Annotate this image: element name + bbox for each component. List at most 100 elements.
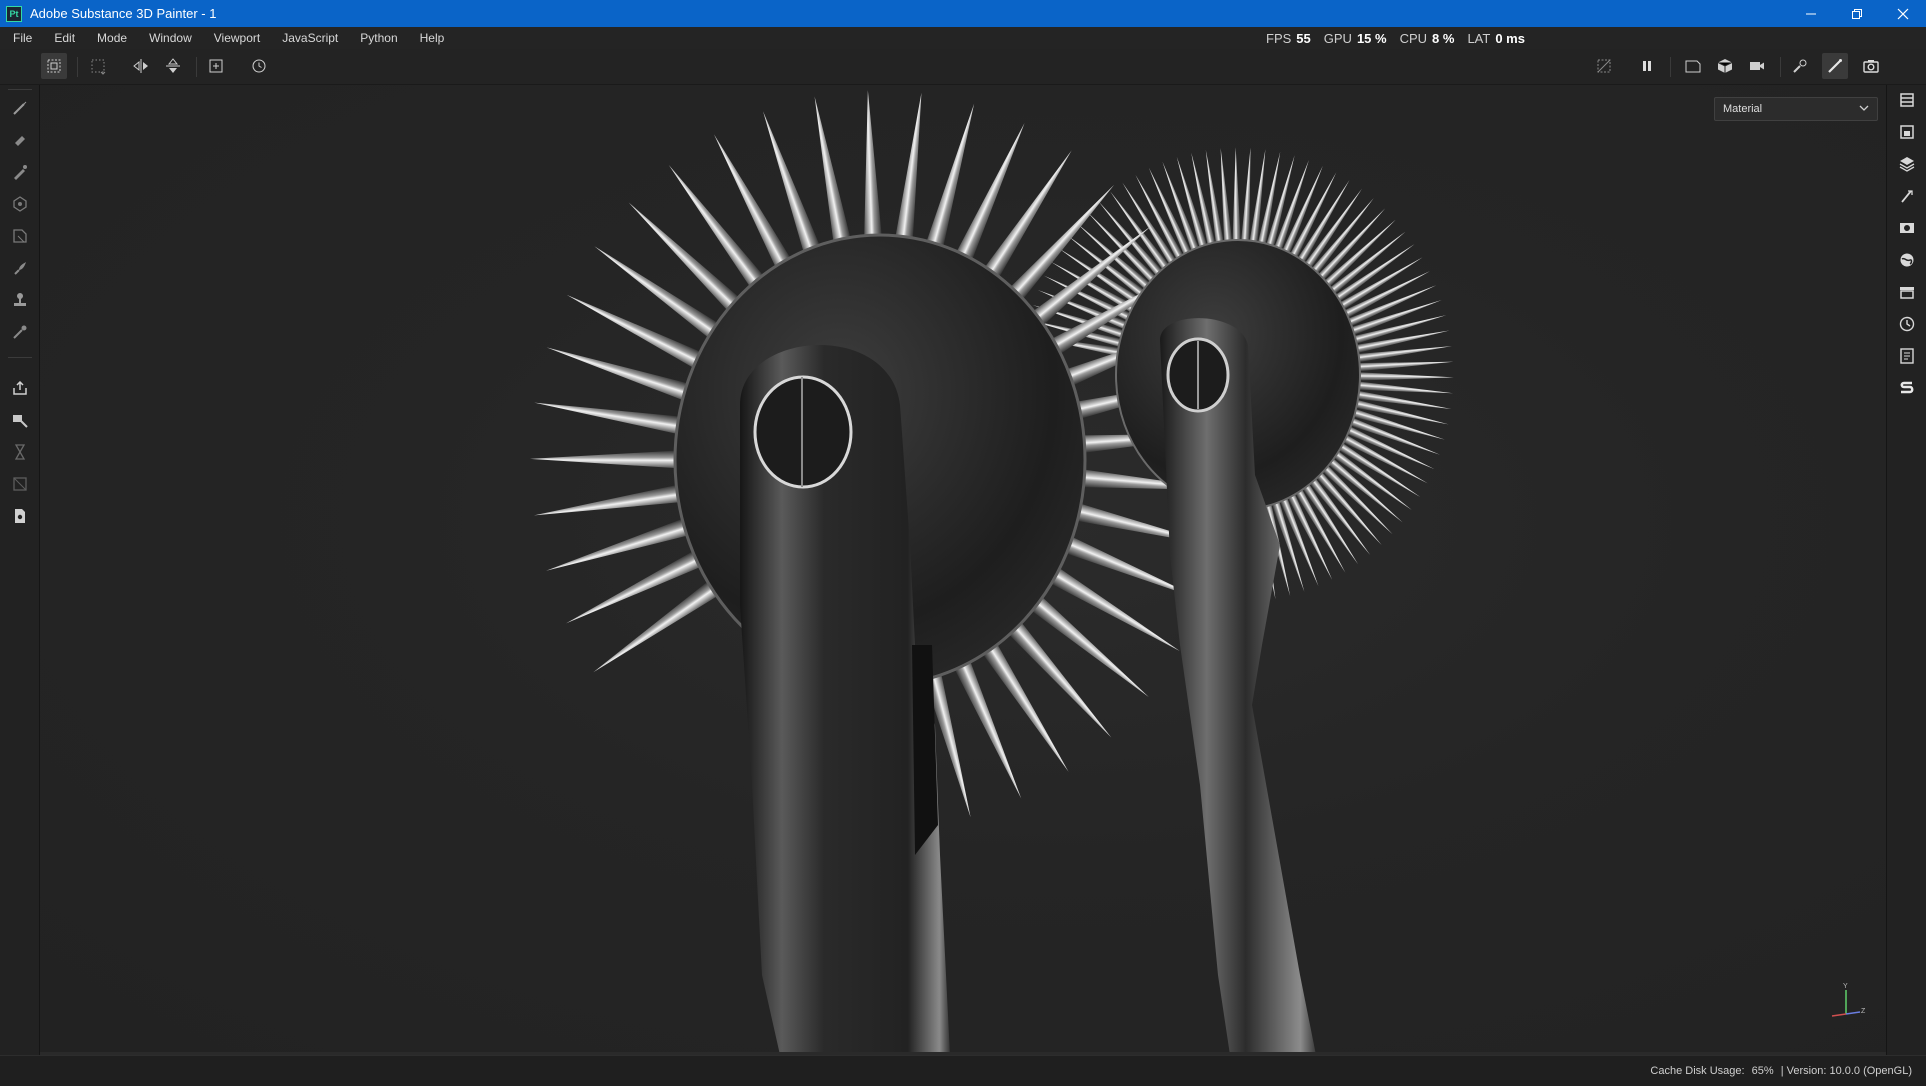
reset-icon <box>252 59 266 73</box>
restore-icon <box>1852 8 1862 19</box>
gpu-value: 15 % <box>1356 30 1387 46</box>
texture-set-icon <box>1900 125 1914 139</box>
add-camera-icon <box>209 59 223 73</box>
3d-viewport[interactable]: Material Y Z <box>40 85 1886 1055</box>
clone-stamp-icon <box>14 293 26 306</box>
symmetry-x-button[interactable] <box>128 53 154 79</box>
symmetry-x-icon <box>133 59 148 73</box>
layer-stack-icon <box>1899 157 1915 172</box>
pause-button[interactable] <box>1634 53 1660 79</box>
menu-window[interactable]: Window <box>138 27 203 49</box>
viewport-view-button[interactable] <box>1680 53 1706 79</box>
log-button[interactable] <box>1896 345 1918 367</box>
symmetry-y-button[interactable] <box>160 53 186 79</box>
uv-tool[interactable] <box>9 409 31 431</box>
layers-panel-button[interactable] <box>1896 89 1918 111</box>
display-settings-button[interactable] <box>1896 217 1918 239</box>
tool-strip <box>0 85 40 1055</box>
history-icon <box>1899 316 1915 332</box>
menu-javascript[interactable]: JavaScript <box>271 27 349 49</box>
material-pick-tool[interactable] <box>9 473 31 495</box>
cache-label: Cache Disk Usage: <box>1650 1065 1745 1077</box>
menu-edit[interactable]: Edit <box>43 27 86 49</box>
panel-strip <box>1886 85 1926 1055</box>
export-tool[interactable] <box>9 505 31 527</box>
paint-brush-icon <box>13 101 27 115</box>
geometry-mask-tool[interactable] <box>9 225 31 247</box>
environment-button[interactable] <box>1896 249 1918 271</box>
display-settings-icon <box>1900 223 1914 233</box>
hourglass-tool[interactable] <box>9 441 31 463</box>
object-selection-icon <box>47 59 61 73</box>
paint-mode-button[interactable] <box>1822 53 1848 79</box>
shelf-button[interactable] <box>1896 281 1918 303</box>
status-info: Cache Disk Usage: 65% | Version: 10.0.0 … <box>1646 1065 1912 1077</box>
projection-tool[interactable] <box>9 161 31 183</box>
polygon-fill-tool[interactable] <box>9 193 31 215</box>
close-button[interactable] <box>1880 0 1926 27</box>
menu-mode[interactable]: Mode <box>86 27 138 49</box>
toolbar-divider <box>196 57 197 77</box>
eraser-tool[interactable] <box>9 129 31 151</box>
bake-tool[interactable] <box>9 377 31 399</box>
smudge-tool[interactable] <box>9 257 31 279</box>
projection-tool-icon <box>14 165 27 180</box>
pinwheel-model-render <box>529 89 1454 1055</box>
uv-tool-icon <box>13 415 28 428</box>
shelf-icon <box>1900 287 1914 299</box>
toolbar-divider <box>77 57 78 77</box>
layers-panel-icon <box>1900 93 1914 107</box>
menu-python[interactable]: Python <box>349 27 408 49</box>
toolbar-divider <box>1670 57 1671 77</box>
add-camera-button[interactable] <box>203 53 229 79</box>
status-bar: Cache Disk Usage: 65% | Version: 10.0.0 … <box>0 1055 1926 1086</box>
close-icon <box>1897 8 1909 19</box>
title-bar: Pt Adobe Substance 3D Painter - 1 <box>0 0 1926 27</box>
fps-value: 55 <box>1296 30 1311 46</box>
substance-source-button[interactable] <box>1896 377 1918 399</box>
environment-icon <box>1900 253 1914 267</box>
clone-stamp-tool[interactable] <box>9 289 31 311</box>
symmetry-y-icon <box>166 58 180 73</box>
tool-divider <box>8 89 32 90</box>
bake-icon <box>13 380 27 395</box>
channel-select[interactable]: Material <box>1714 97 1878 121</box>
layer-stack-button[interactable] <box>1896 153 1918 175</box>
3d-view-button[interactable] <box>1712 53 1738 79</box>
reset-button[interactable] <box>246 53 272 79</box>
texture-set-button[interactable] <box>1896 121 1918 143</box>
chevron-down-icon <box>1859 105 1869 111</box>
menu-file[interactable]: File <box>0 27 43 49</box>
viewport-view-icon <box>1685 60 1701 73</box>
channel-select-value: Material <box>1723 103 1763 115</box>
version-text: | Version: 10.0.0 (OpenGL) <box>1780 1065 1912 1077</box>
screenshot-icon <box>1863 60 1879 73</box>
hourglass-icon <box>14 444 26 460</box>
eraser-icon <box>15 136 25 146</box>
screenshot-button[interactable] <box>1858 53 1884 79</box>
lat-label: LAT <box>1467 30 1491 46</box>
cpu-value: 8 % <box>1432 30 1455 46</box>
properties-button[interactable] <box>1896 185 1918 207</box>
camera-button[interactable] <box>1744 53 1770 79</box>
projection-button[interactable] <box>85 53 111 79</box>
gizmo-z-label: Z <box>1861 1008 1866 1015</box>
hide-mesh-button[interactable] <box>1591 53 1617 79</box>
color-picker-tool[interactable] <box>9 321 31 343</box>
menu-viewport[interactable]: Viewport <box>203 27 271 49</box>
projection-icon <box>91 59 106 75</box>
axis-gizmo: Y Z <box>1831 983 1866 1017</box>
properties-icon <box>1901 190 1913 203</box>
gpu-label: GPU <box>1323 30 1352 46</box>
export-icon <box>15 509 25 523</box>
brush-settings-button[interactable] <box>1787 53 1813 79</box>
paint-mode-icon <box>1828 59 1842 73</box>
minimize-button[interactable] <box>1788 0 1834 27</box>
restore-button[interactable] <box>1834 0 1880 27</box>
object-selection-button[interactable] <box>41 53 67 79</box>
cpu-label: CPU <box>1399 30 1428 46</box>
menu-help[interactable]: Help <box>409 27 456 49</box>
paint-brush-tool[interactable] <box>9 97 31 119</box>
history-button[interactable] <box>1896 313 1918 335</box>
gizmo-y-label: Y <box>1843 983 1848 990</box>
